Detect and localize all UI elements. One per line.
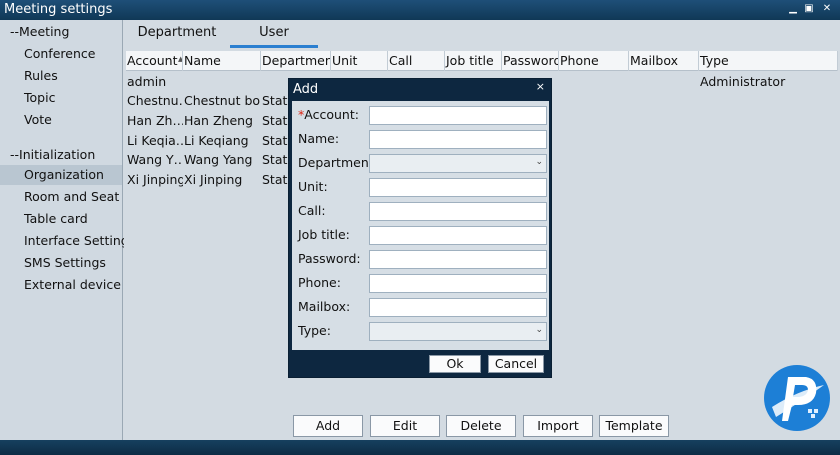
action-bar: Add Edit Delete Import Template (124, 410, 840, 440)
add-user-dialog: Add × *Account: Name: Department: ⌄ Unit… (288, 78, 552, 378)
column-header-unit[interactable]: Unit (331, 51, 388, 71)
column-header-mailbox[interactable]: Mailbox (629, 51, 699, 71)
sidebar-group-initialization[interactable]: --Initialization (0, 145, 122, 165)
password-label: Password: (298, 251, 361, 266)
meeting-settings-window: Meeting settings ▁ ▣ ✕ --Meeting Confere… (0, 0, 840, 455)
delete-button[interactable]: Delete (446, 415, 516, 437)
cell-account: Chestnu… (127, 93, 183, 108)
type-select[interactable]: ⌄ (369, 322, 547, 341)
call-field[interactable] (369, 202, 547, 221)
status-bar (0, 440, 840, 455)
minimize-icon[interactable]: ▁ (786, 2, 800, 16)
template-button[interactable]: Template (599, 415, 669, 437)
sidebar-item-sms-settings[interactable]: SMS Settings (0, 253, 122, 273)
sidebar-item-table-card[interactable]: Table card (0, 209, 122, 229)
account-label: *Account: (298, 107, 359, 122)
close-icon[interactable]: ✕ (820, 2, 834, 16)
type-label: Type: (298, 323, 331, 338)
cell-name: Han Zheng (184, 113, 253, 128)
password-field[interactable] (369, 250, 547, 269)
column-header-call[interactable]: Call (388, 51, 445, 71)
unit-label: Unit: (298, 179, 328, 194)
tab-user[interactable]: User (230, 24, 318, 48)
close-icon[interactable]: × (536, 80, 545, 93)
sidebar-item-rules[interactable]: Rules (0, 66, 122, 86)
tab-department[interactable]: Department (132, 24, 222, 48)
department-select[interactable]: ⌄ (369, 154, 547, 173)
column-header-name[interactable]: Name (183, 51, 261, 71)
ok-button[interactable]: Ok (429, 355, 481, 373)
job-title-label: Job title: (298, 227, 350, 242)
sidebar-item-interface-settings[interactable]: Interface Settings (0, 231, 135, 251)
cell-account: Li Keqia… (127, 133, 183, 148)
sidebar-item-vote[interactable]: Vote (0, 110, 122, 130)
name-field[interactable] (369, 130, 547, 149)
title-bar: Meeting settings ▁ ▣ ✕ (0, 0, 840, 20)
tab-bar: Department User (124, 20, 840, 50)
job-title-field[interactable] (369, 226, 547, 245)
phone-field[interactable] (369, 274, 547, 293)
cancel-button[interactable]: Cancel (488, 355, 544, 373)
column-header-type[interactable]: Type (699, 51, 838, 71)
table-header: Account ▲ Name Department Unit Call Job … (126, 51, 838, 71)
cell-account: admin (127, 74, 167, 89)
cell-account: Xi Jinping (127, 172, 183, 187)
edit-button[interactable]: Edit (370, 415, 440, 437)
add-button[interactable]: Add (293, 415, 363, 437)
dialog-title: Add (293, 82, 319, 97)
cell-name: Wang Yang (184, 152, 253, 167)
maximize-icon[interactable]: ▣ (802, 2, 816, 16)
sidebar-item-topic[interactable]: Topic (0, 88, 122, 108)
dialog-body: *Account: Name: Department: ⌄ Unit: Call… (292, 101, 549, 350)
account-field[interactable] (369, 106, 547, 125)
brand-logo-icon (764, 365, 830, 431)
cell-type: Administrator (700, 74, 786, 89)
column-header-department[interactable]: Department (261, 51, 331, 71)
sidebar-item-room-and-seat[interactable]: Room and Seat (0, 187, 122, 207)
cell-name: Xi Jinping (184, 172, 243, 187)
cell-name: Li Keqiang (184, 133, 249, 148)
window-title: Meeting settings (4, 2, 113, 17)
mailbox-field[interactable] (369, 298, 547, 317)
sidebar: --Meeting Conference Rules Topic Vote --… (0, 20, 135, 440)
column-header-password[interactable]: Password (502, 51, 559, 71)
unit-field[interactable] (369, 178, 547, 197)
mailbox-label: Mailbox: (298, 299, 351, 314)
sidebar-item-external-device[interactable]: External device (0, 275, 122, 295)
import-button[interactable]: Import (523, 415, 593, 437)
chevron-down-icon: ⌄ (535, 325, 543, 335)
phone-label: Phone: (298, 275, 341, 290)
sidebar-item-organization[interactable]: Organization (0, 165, 122, 185)
call-label: Call: (298, 203, 326, 218)
column-header-phone[interactable]: Phone (559, 51, 629, 71)
name-label: Name: (298, 131, 340, 146)
column-header-job-title[interactable]: Job title (445, 51, 502, 71)
cell-account: Wang Y… (127, 152, 183, 167)
cell-name: Chestnut bo… (184, 93, 261, 108)
cell-account: Han Zh… (127, 113, 183, 128)
sidebar-item-conference[interactable]: Conference (0, 44, 122, 64)
sidebar-group-meeting[interactable]: --Meeting (0, 22, 122, 42)
chevron-down-icon: ⌄ (535, 157, 543, 167)
department-label: Department: (298, 155, 378, 170)
column-header-account[interactable]: Account ▲ (126, 51, 183, 71)
